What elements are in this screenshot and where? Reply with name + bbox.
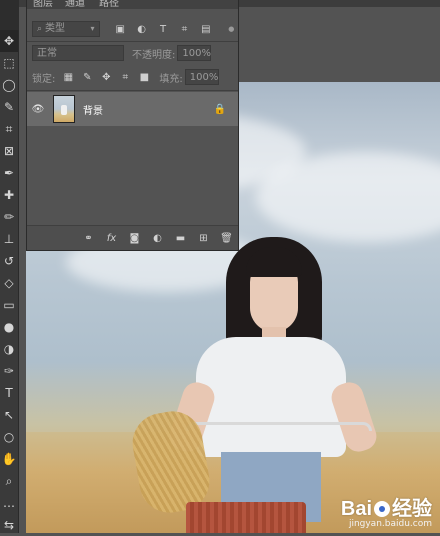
opacity-input[interactable]: 100% bbox=[177, 45, 212, 61]
toolbar-header bbox=[0, 0, 19, 30]
adjustment-filter-icon[interactable]: ◐ bbox=[135, 22, 148, 36]
quick-select-tool-icon[interactable]: ✎ bbox=[0, 96, 18, 118]
rectangle-tool-icon[interactable]: ○ bbox=[0, 426, 18, 448]
panel-tabs: 图层 通道 路径 bbox=[27, 0, 238, 9]
dodge-tool-icon[interactable]: ◑ bbox=[0, 338, 18, 360]
blend-mode-select[interactable]: 正常 bbox=[32, 45, 124, 61]
tab-paths[interactable]: 路径 bbox=[99, 0, 119, 9]
crop-tool-icon[interactable]: ⌗ bbox=[0, 118, 18, 140]
bicycle-basket bbox=[186, 502, 306, 533]
chevron-down-icon: ▾ bbox=[90, 24, 95, 33]
tab-layers[interactable]: 图层 bbox=[33, 0, 53, 9]
gradient-tool-icon[interactable]: ▭ bbox=[0, 294, 18, 316]
lock-position-icon[interactable]: ✥ bbox=[99, 70, 113, 84]
fill-value: 100% bbox=[189, 72, 219, 83]
watermark-brand-suffix: 经验 bbox=[392, 498, 432, 520]
history-brush-icon[interactable]: ↺ bbox=[0, 250, 18, 272]
blur-tool-icon[interactable]: ● bbox=[0, 316, 18, 338]
new-group-icon[interactable]: ▬ bbox=[169, 233, 192, 244]
tab-channels[interactable]: 通道 bbox=[65, 0, 85, 9]
layer-row-background[interactable]: 👁 背景 🔒 bbox=[27, 92, 238, 126]
opacity-value: 100% bbox=[182, 48, 211, 59]
bicycle-handlebar bbox=[186, 422, 372, 431]
path-select-icon[interactable]: ↖ bbox=[0, 404, 18, 426]
blend-mode-value: 正常 bbox=[37, 48, 57, 59]
fill-input[interactable]: 100% bbox=[184, 69, 219, 85]
lock-all-icon[interactable]: ■ bbox=[137, 70, 151, 84]
filter-toggle-icon[interactable]: ● bbox=[225, 22, 238, 36]
watermark-brand-text: Bai bbox=[340, 498, 372, 520]
paw-logo-icon bbox=[374, 501, 390, 517]
tools-panel: ✥ ⬚ ◯ ✎ ⌗ ⊠ ✒ ✚ ✏ ⊥ ↺ ◇ ▭ ● ◑ ✑ T ↖ ○ ✋ ⌕… ⇆ bbox=[0, 30, 19, 533]
clone-stamp-icon[interactable]: ⊥ bbox=[0, 228, 18, 250]
shape-filter-icon[interactable]: ⌗ bbox=[178, 22, 191, 36]
blend-row: 正常 不透明度: 100% bbox=[27, 42, 238, 64]
adjustment-layer-icon[interactable]: ◐ bbox=[146, 233, 169, 244]
layers-panel: 图层 通道 路径 ⌕ 类型 ▾ ▣ ◐ T ⌗ ▤ ● 正常 不透明度: 100… bbox=[26, 0, 239, 251]
lock-icon: 🔒 bbox=[213, 103, 226, 115]
watermark-url: jingyan.baidu.com bbox=[348, 519, 432, 529]
fx-icon[interactable]: fx bbox=[100, 233, 123, 244]
divider bbox=[27, 90, 238, 91]
pen-tool-icon[interactable]: ✑ bbox=[0, 360, 18, 382]
layer-name: 背景 bbox=[83, 105, 103, 117]
lasso-tool-icon[interactable]: ◯ bbox=[0, 74, 18, 96]
panel-footer: ⚭ fx ◙ ◐ ▬ ⊞ 🗑 bbox=[27, 225, 238, 250]
more-tools-icon[interactable]: … bbox=[0, 492, 18, 514]
smart-object-filter-icon[interactable]: ▤ bbox=[199, 22, 212, 36]
lock-transparent-icon[interactable]: ▦ bbox=[61, 70, 75, 84]
eye-icon[interactable]: 👁 bbox=[27, 104, 49, 115]
healing-brush-icon[interactable]: ✚ bbox=[0, 184, 18, 206]
marquee-tool-icon[interactable]: ⬚ bbox=[0, 52, 18, 74]
layer-thumbnail bbox=[53, 95, 75, 123]
watermark-brand: Bai 经验 bbox=[341, 492, 432, 521]
filter-row: ⌕ 类型 ▾ ▣ ◐ T ⌗ ▤ ● bbox=[27, 18, 238, 40]
new-layer-icon[interactable]: ⊞ bbox=[192, 233, 215, 244]
move-tool-icon[interactable]: ✥ bbox=[0, 30, 18, 52]
hand-tool-icon[interactable]: ✋ bbox=[0, 448, 18, 470]
link-layers-icon[interactable]: ⚭ bbox=[77, 233, 100, 244]
lock-artboard-icon[interactable]: ⌗ bbox=[118, 70, 132, 84]
lock-label: 锁定: bbox=[32, 73, 56, 85]
search-icon: ⌕ bbox=[37, 24, 43, 34]
lock-row: 锁定: ▦ ✎ ✥ ⌗ ■ 填充: 100% bbox=[27, 66, 238, 88]
watermark: Bai 经验 jingyan.baidu.com bbox=[341, 492, 432, 529]
eraser-icon[interactable]: ◇ bbox=[0, 272, 18, 294]
opacity-label: 不透明度: bbox=[132, 49, 176, 61]
type-filter-icon[interactable]: T bbox=[156, 22, 169, 36]
filter-kind-value: 类型 bbox=[45, 23, 66, 34]
filter-kind-select[interactable]: ⌕ 类型 ▾ bbox=[32, 21, 100, 37]
brush-tool-icon[interactable]: ✏ bbox=[0, 206, 18, 228]
zoom-tool-icon[interactable]: ⌕ bbox=[0, 470, 18, 492]
type-tool-icon[interactable]: T bbox=[0, 382, 18, 404]
frame-tool-icon[interactable]: ⊠ bbox=[0, 140, 18, 162]
image-filter-icon[interactable]: ▣ bbox=[114, 22, 127, 36]
girl-shirt bbox=[196, 337, 346, 457]
eyedropper-tool-icon[interactable]: ✒ bbox=[0, 162, 18, 184]
add-mask-icon[interactable]: ◙ bbox=[123, 233, 146, 244]
fill-label: 填充: bbox=[159, 73, 183, 85]
lock-pixels-icon[interactable]: ✎ bbox=[80, 70, 94, 84]
trash-icon[interactable]: 🗑 bbox=[215, 233, 238, 244]
